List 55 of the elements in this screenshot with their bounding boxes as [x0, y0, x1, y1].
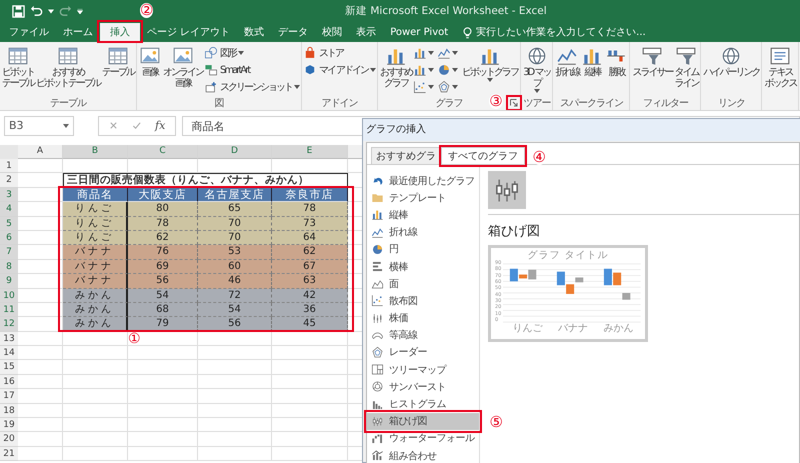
- table-cell: 72: [198, 288, 272, 303]
- table-cell: 69: [128, 260, 198, 274]
- table-cell: 63: [272, 274, 348, 289]
- table-cell: 76: [128, 245, 198, 260]
- table-cell: 53: [198, 245, 272, 260]
- table-cell: バナナ: [63, 274, 128, 289]
- group-label: リンク: [718, 97, 745, 110]
- header-cell: 奈良市店: [272, 188, 348, 202]
- table-cell: 67: [272, 260, 348, 274]
- table-cell: みかん: [63, 288, 128, 303]
- header-cell: 大阪支店: [128, 188, 198, 202]
- group-label: ツアー: [523, 97, 550, 110]
- step-number: ⑤: [490, 414, 503, 430]
- group-label: 図: [214, 97, 224, 110]
- header-cell: 名古屋支店: [198, 188, 272, 202]
- table-cell: 65: [198, 202, 272, 217]
- table-cell: 60: [198, 260, 272, 274]
- table-cell: りんご: [63, 216, 128, 231]
- axis-category-label: みかん: [603, 323, 634, 334]
- table-cell: 80: [128, 202, 198, 217]
- table-cell: 73: [272, 216, 348, 231]
- chart-subtype-title: 箱ひげ図: [488, 223, 541, 240]
- group-label: アドイン: [322, 97, 358, 110]
- table-cell: 46: [198, 274, 272, 289]
- table-cell: 62: [272, 245, 348, 260]
- table-cell: りんご: [63, 202, 128, 217]
- table-cell: バナナ: [63, 260, 128, 274]
- group-label: テーブル: [50, 96, 86, 110]
- window-title: 新建 Microsoft Excel Worksheet - Excel: [345, 4, 547, 18]
- group-label: グラフ: [436, 97, 463, 110]
- table-cell: 56: [128, 274, 198, 289]
- table-cell: バナナ: [63, 245, 128, 260]
- table-cell: 78: [128, 216, 198, 231]
- table-cell: 54: [128, 288, 198, 303]
- table-cell: 70: [198, 216, 272, 231]
- table-cell: 70: [198, 230, 272, 246]
- step-number: ④: [532, 150, 546, 165]
- step-number: ①: [128, 332, 198, 346]
- table-cell: 62: [128, 230, 198, 246]
- axis-category-label: バナナ: [558, 323, 588, 334]
- group-label: フィルター: [642, 97, 688, 110]
- step-number: ③: [489, 94, 503, 109]
- table-cell: 78: [272, 202, 348, 217]
- table-cell: 36: [272, 302, 348, 318]
- table-cell: みかん: [63, 302, 128, 318]
- preview-chart-title: グラフ タイトル: [526, 250, 610, 261]
- table-cell: りんご: [63, 230, 128, 246]
- dialog-title: グラフの挿入: [363, 119, 800, 141]
- table-cell: 68: [128, 302, 198, 318]
- group-label: スパークライン: [560, 97, 623, 110]
- header-cell: 商品名: [63, 188, 128, 202]
- table-cell: 42: [272, 288, 348, 303]
- table-cell: 64: [272, 230, 348, 246]
- table-cell: 54: [198, 302, 272, 318]
- axis-category-label: りんご: [512, 323, 543, 334]
